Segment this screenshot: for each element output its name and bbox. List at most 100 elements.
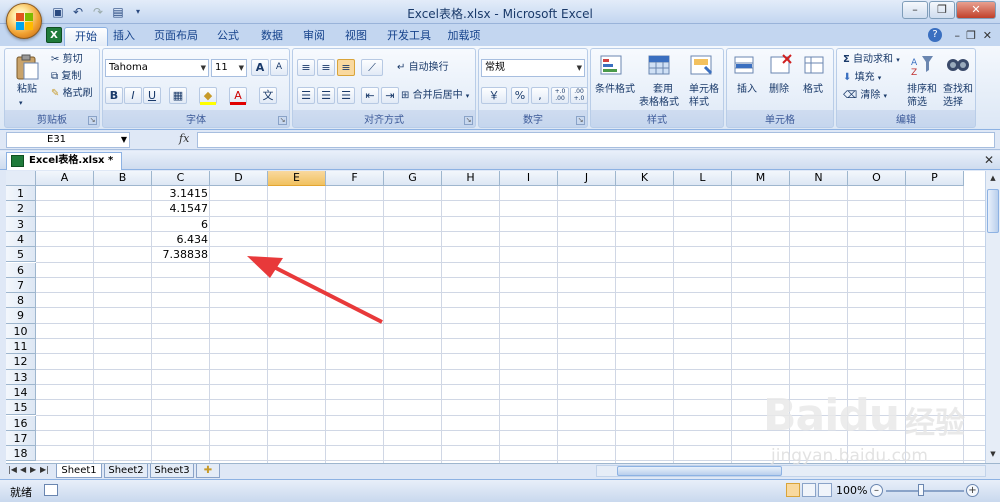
sort-filter-button[interactable]: 筛选 <box>907 96 927 109</box>
cell-c5[interactable]: 7.38838 <box>152 247 210 262</box>
zoom-level[interactable]: 100% <box>836 484 867 497</box>
delete-cells-icon[interactable] <box>769 53 797 79</box>
conditional-format-icon[interactable] <box>599 53 627 79</box>
scroll-up-icon[interactable]: ▲ <box>987 171 999 185</box>
grow-font-button[interactable]: A <box>251 59 269 76</box>
tab-formulas[interactable]: 公式 <box>210 27 246 46</box>
tab-home[interactable]: 开始 <box>64 27 108 46</box>
delete-cells-button[interactable]: 删除 <box>769 83 789 96</box>
format-cells-icon[interactable] <box>803 53 831 79</box>
fill-button[interactable]: ⬇ 填充 ▾ <box>843 71 881 85</box>
column-header-h[interactable]: H <box>442 171 500 186</box>
tab-review[interactable]: 审阅 <box>296 27 332 46</box>
align-left-button[interactable]: ☰ <box>297 87 315 104</box>
comma-button[interactable]: , <box>531 87 549 104</box>
cell-c1[interactable]: 3.1415 <box>152 186 210 201</box>
column-header-f[interactable]: F <box>326 171 384 186</box>
ribbon-restore-icon[interactable]: ❐ <box>966 29 976 42</box>
zoom-in-icon[interactable]: + <box>966 484 979 497</box>
align-middle-button[interactable]: ≡ <box>317 59 335 76</box>
alignment-launcher-icon[interactable]: ↘ <box>464 116 473 125</box>
name-box[interactable]: E31 ▼ <box>6 132 130 148</box>
vertical-scroll-thumb[interactable] <box>987 189 999 233</box>
format-cells-button[interactable]: 格式 <box>803 83 823 96</box>
macro-record-icon[interactable] <box>44 484 58 496</box>
tab-data[interactable]: 数据 <box>254 27 290 46</box>
page-break-view-icon[interactable] <box>818 483 832 497</box>
first-sheet-icon[interactable]: |◀ <box>8 465 17 474</box>
bold-button[interactable]: B <box>105 87 123 104</box>
prev-sheet-icon[interactable]: ◀ <box>20 465 26 474</box>
help-icon[interactable]: ? <box>928 28 942 42</box>
row-header-10[interactable]: 10 <box>6 323 36 339</box>
ribbon-close-icon[interactable]: ✕ <box>983 29 992 42</box>
clipboard-launcher-icon[interactable]: ↘ <box>88 116 97 125</box>
column-header-a[interactable]: A <box>36 171 94 186</box>
row-header-5[interactable]: 5 <box>6 247 36 263</box>
row-header-4[interactable]: 4 <box>6 231 36 248</box>
font-family-select[interactable]: Tahoma ▼ <box>105 59 209 77</box>
paste-button[interactable]: 粘贴 <box>17 83 37 96</box>
percent-button[interactable]: % <box>511 87 529 104</box>
column-header-i[interactable]: I <box>500 171 558 186</box>
zoom-out-icon[interactable]: – <box>870 484 883 497</box>
sort-filter-icon[interactable]: AZ <box>909 53 937 79</box>
increase-decimal-button[interactable]: +.0 .00 <box>551 87 569 104</box>
vertical-scrollbar[interactable]: ▲ ▼ <box>985 171 1000 463</box>
row-header-8[interactable]: 8 <box>6 293 36 309</box>
column-header-c[interactable]: C <box>152 171 210 186</box>
column-header-p[interactable]: P <box>906 171 964 186</box>
column-header-o[interactable]: O <box>848 171 906 186</box>
wrap-text-button[interactable]: ↵ 自动换行 <box>397 61 449 74</box>
row-header-7[interactable]: 7 <box>6 277 36 294</box>
underline-button[interactable]: U <box>143 87 161 104</box>
shrink-font-button[interactable]: A <box>270 59 288 76</box>
column-header-e[interactable]: E <box>268 171 326 186</box>
close-button[interactable]: ✕ <box>956 1 996 19</box>
align-bottom-button[interactable]: ≡ <box>337 59 355 76</box>
italic-button[interactable]: I <box>124 87 142 104</box>
border-button[interactable]: ▦ <box>169 87 187 104</box>
conditional-format-button[interactable]: 条件格式 <box>595 83 635 96</box>
row-header-12[interactable]: 12 <box>6 354 36 370</box>
font-launcher-icon[interactable]: ↘ <box>278 116 287 125</box>
row-header-18[interactable]: 18 <box>6 446 36 462</box>
row-header-16[interactable]: 16 <box>6 415 36 431</box>
tab-page-layout[interactable]: 页面布局 <box>148 27 204 46</box>
align-right-button[interactable]: ☰ <box>337 87 355 104</box>
column-header-l[interactable]: L <box>674 171 732 186</box>
column-header-k[interactable]: K <box>616 171 674 186</box>
next-sheet-icon[interactable]: ▶ <box>30 465 36 474</box>
column-header-m[interactable]: M <box>732 171 790 186</box>
column-header-g[interactable]: G <box>384 171 442 186</box>
zoom-slider-knob[interactable] <box>918 484 924 496</box>
number-format-select[interactable]: 常规 ▼ <box>481 59 585 77</box>
increase-indent-button[interactable]: ⇥ <box>381 87 399 104</box>
orientation-button[interactable]: ⟋ <box>361 59 383 76</box>
paste-dropdown-icon[interactable]: ▾ <box>19 97 23 110</box>
decrease-decimal-button[interactable]: .00 +.0 <box>570 87 588 104</box>
copy-button[interactable]: ⧉ 复制 <box>51 70 81 83</box>
cell-c2[interactable]: 4.1547 <box>152 201 210 216</box>
insert-function-button[interactable]: fx <box>179 132 189 145</box>
ribbon-minimize-icon[interactable]: – <box>955 29 961 42</box>
row-header-9[interactable]: 9 <box>6 308 36 324</box>
cut-button[interactable]: ✂ 剪切 <box>51 53 83 66</box>
row-header-11[interactable]: 11 <box>6 339 36 355</box>
format-painter-button[interactable]: ✎ 格式刷 <box>51 87 93 100</box>
restore-button[interactable]: ❐ <box>929 1 955 19</box>
column-header-n[interactable]: N <box>790 171 848 186</box>
insert-cells-button[interactable]: 插入 <box>737 83 757 96</box>
row-header-3[interactable]: 3 <box>6 216 36 232</box>
sheet-tab-sheet2[interactable]: Sheet2 <box>104 464 148 478</box>
column-header-d[interactable]: D <box>210 171 268 186</box>
tab-developer[interactable]: 开发工具 <box>382 27 436 46</box>
cell-c4[interactable]: 6.434 <box>152 232 210 247</box>
insert-cells-icon[interactable] <box>733 53 761 79</box>
find-select-button[interactable]: 选择 <box>943 96 963 109</box>
column-header-j[interactable]: J <box>558 171 616 186</box>
row-header-14[interactable]: 14 <box>6 384 36 401</box>
row-header-2[interactable]: 2 <box>6 201 36 217</box>
number-launcher-icon[interactable]: ↘ <box>576 116 585 125</box>
align-center-button[interactable]: ☰ <box>317 87 335 104</box>
